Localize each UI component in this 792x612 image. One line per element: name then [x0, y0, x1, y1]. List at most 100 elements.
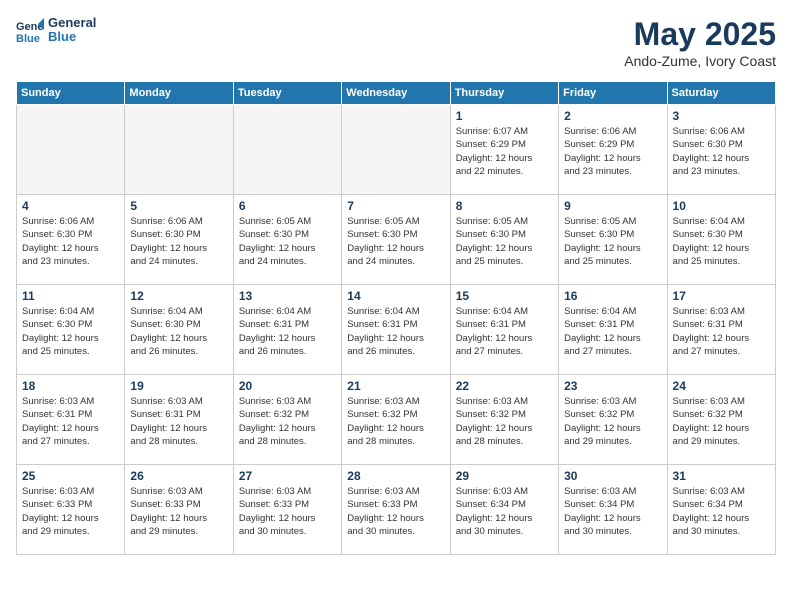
weekday-header-tuesday: Tuesday — [233, 82, 341, 105]
day-info: Sunrise: 6:07 AM Sunset: 6:29 PM Dayligh… — [456, 125, 553, 178]
day-number: 21 — [347, 379, 444, 393]
day-number: 13 — [239, 289, 336, 303]
calendar-cell: 7Sunrise: 6:05 AM Sunset: 6:30 PM Daylig… — [342, 195, 450, 285]
day-number: 15 — [456, 289, 553, 303]
day-info: Sunrise: 6:03 AM Sunset: 6:31 PM Dayligh… — [130, 395, 227, 448]
day-info: Sunrise: 6:06 AM Sunset: 6:30 PM Dayligh… — [130, 215, 227, 268]
day-number: 5 — [130, 199, 227, 213]
day-number: 23 — [564, 379, 661, 393]
svg-text:Blue: Blue — [16, 33, 40, 44]
day-info: Sunrise: 6:04 AM Sunset: 6:30 PM Dayligh… — [130, 305, 227, 358]
day-info: Sunrise: 6:03 AM Sunset: 6:31 PM Dayligh… — [22, 395, 119, 448]
day-number: 11 — [22, 289, 119, 303]
day-info: Sunrise: 6:03 AM Sunset: 6:33 PM Dayligh… — [239, 485, 336, 538]
week-row-3: 11 Sunrise: 6:04 AM Sunset: 6:30 PM Dayli… — [17, 285, 776, 375]
calendar-cell: 12Sunrise: 6:04 AM Sunset: 6:30 PM Dayli… — [125, 285, 233, 375]
day-info: Sunrise: 6:03 AM Sunset: 6:31 PM Dayligh… — [673, 305, 770, 358]
calendar-cell: 17 Sunrise: 6:03 AM Sunset: 6:31 PM Dayli… — [667, 285, 775, 375]
calendar-cell: 26Sunrise: 6:03 AM Sunset: 6:33 PM Dayli… — [125, 465, 233, 555]
logo-line1: General — [48, 16, 96, 30]
calendar-cell: 22 Sunrise: 6:03 AM Sunset: 6:32 PM Dayli… — [450, 375, 558, 465]
calendar-cell: 14 Sunrise: 6:04 AM Sunset: 6:31 PM Dayli… — [342, 285, 450, 375]
day-number: 27 — [239, 469, 336, 483]
day-number: 30 — [564, 469, 661, 483]
calendar-cell: 9Sunrise: 6:05 AM Sunset: 6:30 PM Daylig… — [559, 195, 667, 285]
day-info: Sunrise: 6:05 AM Sunset: 6:30 PM Dayligh… — [239, 215, 336, 268]
day-number: 25 — [22, 469, 119, 483]
weekday-header-wednesday: Wednesday — [342, 82, 450, 105]
calendar-cell: 5 Sunrise: 6:06 AM Sunset: 6:30 PM Daylig… — [125, 195, 233, 285]
week-row-1: 1 Sunrise: 6:07 AM Sunset: 6:29 PM Daylig… — [17, 105, 776, 195]
day-number: 4 — [22, 199, 119, 213]
day-info: Sunrise: 6:03 AM Sunset: 6:34 PM Dayligh… — [564, 485, 661, 538]
calendar-cell: 29 Sunrise: 6:03 AM Sunset: 6:34 PM Dayli… — [450, 465, 558, 555]
calendar-header: General Blue General Blue May 2025 Ando-… — [16, 16, 776, 69]
calendar-cell: 18 Sunrise: 6:03 AM Sunset: 6:31 PM Dayli… — [17, 375, 125, 465]
day-info: Sunrise: 6:04 AM Sunset: 6:30 PM Dayligh… — [22, 305, 119, 358]
weekday-header-row: SundayMondayTuesdayWednesdayThursdayFrid… — [17, 82, 776, 105]
location: Ando-Zume, Ivory Coast — [624, 53, 776, 69]
calendar-cell: 8 Sunrise: 6:05 AM Sunset: 6:30 PM Daylig… — [450, 195, 558, 285]
day-number: 17 — [673, 289, 770, 303]
day-info: Sunrise: 6:03 AM Sunset: 6:32 PM Dayligh… — [564, 395, 661, 448]
day-info: Sunrise: 6:03 AM Sunset: 6:33 PM Dayligh… — [347, 485, 444, 538]
day-number: 31 — [673, 469, 770, 483]
day-info: Sunrise: 6:06 AM Sunset: 6:30 PM Dayligh… — [673, 125, 770, 178]
weekday-header-friday: Friday — [559, 82, 667, 105]
calendar-cell: 19 Sunrise: 6:03 AM Sunset: 6:31 PM Dayli… — [125, 375, 233, 465]
day-info: Sunrise: 6:06 AM Sunset: 6:30 PM Dayligh… — [22, 215, 119, 268]
day-info: Sunrise: 6:06 AM Sunset: 6:29 PM Dayligh… — [564, 125, 661, 178]
week-row-2: 4 Sunrise: 6:06 AM Sunset: 6:30 PM Daylig… — [17, 195, 776, 285]
logo-icon: General Blue — [16, 16, 44, 44]
day-number: 22 — [456, 379, 553, 393]
calendar-cell: 28 Sunrise: 6:03 AM Sunset: 6:33 PM Dayli… — [342, 465, 450, 555]
calendar-cell: 16Sunrise: 6:04 AM Sunset: 6:31 PM Dayli… — [559, 285, 667, 375]
day-info: Sunrise: 6:03 AM Sunset: 6:32 PM Dayligh… — [239, 395, 336, 448]
day-number: 16 — [564, 289, 661, 303]
weekday-header-monday: Monday — [125, 82, 233, 105]
day-number: 19 — [130, 379, 227, 393]
day-number: 20 — [239, 379, 336, 393]
weekday-header-thursday: Thursday — [450, 82, 558, 105]
day-info: Sunrise: 6:03 AM Sunset: 6:32 PM Dayligh… — [673, 395, 770, 448]
calendar-cell — [342, 105, 450, 195]
calendar-cell: 31 Sunrise: 6:03 AM Sunset: 6:34 PM Dayli… — [667, 465, 775, 555]
day-number: 26 — [130, 469, 227, 483]
day-number: 28 — [347, 469, 444, 483]
month-year: May 2025 — [624, 16, 776, 53]
calendar-cell: 13Sunrise: 6:04 AM Sunset: 6:31 PM Dayli… — [233, 285, 341, 375]
day-number: 8 — [456, 199, 553, 213]
calendar-cell: 25Sunrise: 6:03 AM Sunset: 6:33 PM Dayli… — [17, 465, 125, 555]
calendar-cell: 1 Sunrise: 6:07 AM Sunset: 6:29 PM Daylig… — [450, 105, 558, 195]
day-info: Sunrise: 6:03 AM Sunset: 6:34 PM Dayligh… — [673, 485, 770, 538]
calendar-cell — [17, 105, 125, 195]
day-number: 24 — [673, 379, 770, 393]
day-info: Sunrise: 6:05 AM Sunset: 6:30 PM Dayligh… — [456, 215, 553, 268]
day-number: 14 — [347, 289, 444, 303]
calendar-cell: 24 Sunrise: 6:03 AM Sunset: 6:32 PM Dayli… — [667, 375, 775, 465]
calendar-cell: 15 Sunrise: 6:04 AM Sunset: 6:31 PM Dayli… — [450, 285, 558, 375]
day-info: Sunrise: 6:04 AM Sunset: 6:31 PM Dayligh… — [456, 305, 553, 358]
logo-line2: Blue — [48, 30, 96, 44]
weekday-header-saturday: Saturday — [667, 82, 775, 105]
calendar-cell: 4 Sunrise: 6:06 AM Sunset: 6:30 PM Daylig… — [17, 195, 125, 285]
calendar-cell: 3 Sunrise: 6:06 AM Sunset: 6:30 PM Daylig… — [667, 105, 775, 195]
day-number: 2 — [564, 109, 661, 123]
calendar-cell: 30 Sunrise: 6:03 AM Sunset: 6:34 PM Dayli… — [559, 465, 667, 555]
day-info: Sunrise: 6:05 AM Sunset: 6:30 PM Dayligh… — [347, 215, 444, 268]
title-block: May 2025 Ando-Zume, Ivory Coast — [624, 16, 776, 69]
day-number: 29 — [456, 469, 553, 483]
calendar-cell: 21Sunrise: 6:03 AM Sunset: 6:32 PM Dayli… — [342, 375, 450, 465]
day-number: 3 — [673, 109, 770, 123]
day-number: 18 — [22, 379, 119, 393]
day-number: 1 — [456, 109, 553, 123]
day-info: Sunrise: 6:04 AM Sunset: 6:31 PM Dayligh… — [347, 305, 444, 358]
calendar-cell: 10Sunrise: 6:04 AM Sunset: 6:30 PM Dayli… — [667, 195, 775, 285]
calendar-table: SundayMondayTuesdayWednesdayThursdayFrid… — [16, 81, 776, 555]
calendar-cell: 6 Sunrise: 6:05 AM Sunset: 6:30 PM Daylig… — [233, 195, 341, 285]
day-info: Sunrise: 6:03 AM Sunset: 6:34 PM Dayligh… — [456, 485, 553, 538]
day-info: Sunrise: 6:03 AM Sunset: 6:32 PM Dayligh… — [456, 395, 553, 448]
day-info: Sunrise: 6:04 AM Sunset: 6:30 PM Dayligh… — [673, 215, 770, 268]
logo: General Blue General Blue — [16, 16, 96, 45]
day-number: 6 — [239, 199, 336, 213]
